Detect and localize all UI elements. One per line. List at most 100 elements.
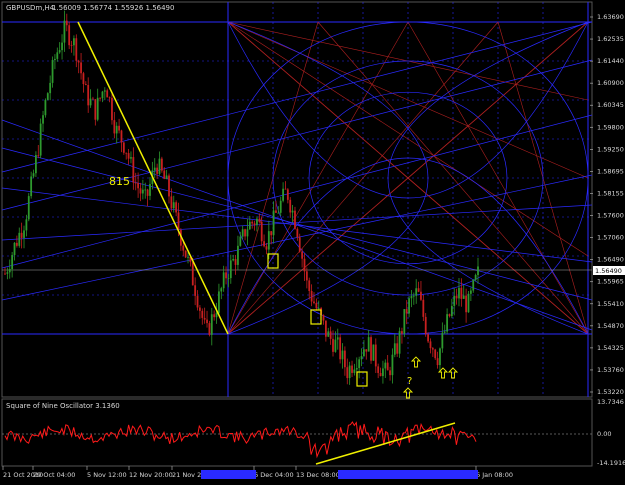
candle-body [118, 125, 120, 131]
candle-body [182, 245, 185, 251]
candle-body [20, 232, 23, 238]
candle-body [365, 349, 368, 352]
candle-body [379, 372, 382, 377]
candle-body [329, 331, 332, 339]
candle-body [284, 188, 287, 190]
candle-body [46, 93, 49, 100]
candle-body [34, 155, 37, 174]
candle-body [455, 295, 458, 299]
candle-body [177, 212, 180, 230]
candle-body [253, 223, 256, 226]
price-tick-label: 1.53220 [597, 388, 624, 396]
candle-body [127, 153, 130, 159]
candle-body [327, 331, 330, 337]
price-tick-label: 1.60345 [597, 101, 624, 109]
candle-body [65, 20, 68, 26]
candle-body [11, 255, 14, 270]
candle-body [58, 50, 61, 53]
candle-body [310, 291, 313, 302]
candle-body [61, 42, 63, 51]
candle-body [424, 316, 427, 335]
candle-body [51, 60, 54, 83]
candle-body [213, 314, 216, 318]
candle-body [277, 212, 280, 214]
candle-body [415, 288, 418, 296]
candle-body [441, 332, 444, 349]
candle-body [386, 362, 389, 371]
candle-body [241, 229, 244, 237]
candle-body [256, 218, 258, 226]
candle-body [305, 271, 308, 281]
candle-body [301, 251, 304, 259]
candle-body [149, 184, 151, 196]
candle-body [410, 296, 413, 299]
candle-body [222, 272, 225, 289]
candle-body [289, 199, 292, 213]
candle-body [322, 315, 325, 321]
candle-body [232, 259, 235, 261]
candle-body [420, 291, 422, 300]
candle-body [77, 60, 80, 63]
candle-body [422, 299, 425, 317]
candle-body [391, 354, 394, 376]
candle-body [32, 173, 35, 177]
candle-body [30, 176, 33, 197]
candle-body [263, 241, 265, 247]
candle-body [201, 310, 204, 318]
price-tick-label: 1.63690 [597, 13, 624, 21]
candle-body [282, 188, 284, 201]
candle-body [308, 280, 311, 292]
candle-body [144, 189, 147, 191]
candle-body [303, 258, 306, 272]
oscillator-title: Square of Nine Oscillator 3.1360 [6, 402, 120, 410]
candle-body [237, 245, 239, 265]
candle-body [234, 259, 237, 265]
candle-body [108, 97, 111, 99]
candle-body [465, 295, 468, 313]
price-tick-label: 1.53760 [597, 366, 624, 374]
price-tick-label: 1.54870 [597, 322, 624, 330]
candle-body [27, 196, 30, 220]
candle-body [137, 182, 140, 189]
price-tick-label: 1.59250 [597, 145, 624, 153]
candle-body [431, 348, 434, 350]
candle-body [8, 269, 11, 273]
candle-body [396, 343, 399, 354]
chart-canvas[interactable]: 815 ? GBPUSDm,H4 1.56009 1.56774 1.55926… [0, 0, 625, 481]
candle-body [70, 45, 73, 46]
candle-body [272, 210, 275, 236]
candle-body [172, 202, 175, 209]
candle-body [15, 242, 18, 246]
candle-body [367, 337, 370, 352]
candle-body [443, 331, 446, 333]
current-price-label: 1.56490 [595, 267, 622, 275]
candle-body [374, 344, 377, 367]
candle-body [275, 210, 277, 213]
candle-body [446, 314, 449, 332]
candle-body [42, 115, 44, 124]
candle-body [460, 287, 463, 299]
candle-body [427, 334, 429, 342]
candle-body [165, 175, 168, 179]
candle-body [270, 231, 273, 236]
candle-body [477, 266, 479, 276]
time-tick-label: 6 Dec 04:00 [254, 471, 294, 479]
candle-body [44, 99, 47, 116]
candle-body [89, 98, 92, 106]
candle-body [389, 370, 391, 376]
time-selection-1 [201, 470, 256, 479]
candle-body [279, 200, 282, 213]
price-tick-label: 1.58155 [597, 189, 624, 197]
candle-body [358, 359, 361, 369]
price-tick-label: 1.59800 [597, 123, 624, 131]
candle-body [75, 38, 78, 61]
candle-body [355, 368, 358, 370]
chart-window[interactable]: 815 ? GBPUSDm,H4 1.56009 1.56774 1.55926… [0, 0, 625, 481]
candle-body [146, 189, 149, 196]
candle-body [324, 320, 327, 337]
candle-body [296, 228, 299, 238]
candle-body [298, 237, 301, 252]
ohlc-readout: 1.56009 1.56774 1.55926 1.56490 [52, 4, 174, 12]
price-tick-label: 1.60900 [597, 79, 624, 87]
candle-body [82, 73, 85, 85]
